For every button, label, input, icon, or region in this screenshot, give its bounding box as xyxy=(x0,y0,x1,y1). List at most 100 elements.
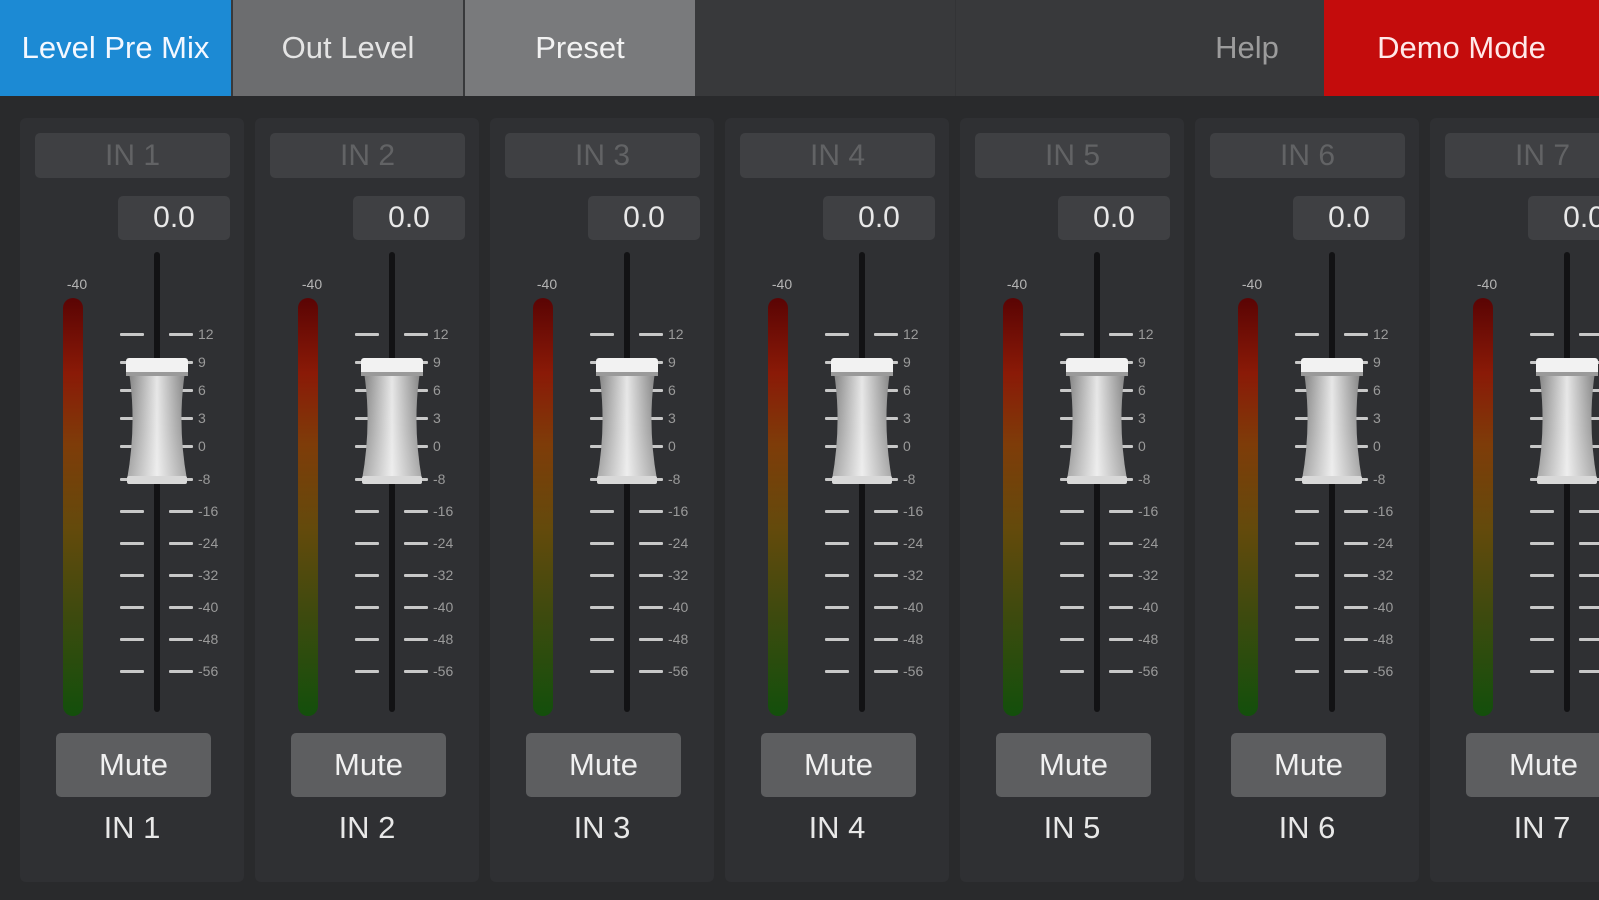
channel-name-button[interactable]: IN 6 xyxy=(1210,133,1405,178)
fader-tick xyxy=(1530,574,1554,577)
fader-tick xyxy=(404,606,428,609)
channel-name-button[interactable]: IN 3 xyxy=(505,133,700,178)
meter-top-label: -40 xyxy=(771,276,793,292)
fader-tick-label: -8 xyxy=(1138,471,1151,487)
mute-button[interactable]: Mute xyxy=(56,733,211,797)
fader-tick-label: 3 xyxy=(668,410,676,426)
mute-button[interactable]: Mute xyxy=(526,733,681,797)
fader-tick xyxy=(1109,574,1133,577)
help-button[interactable]: Help xyxy=(1162,0,1332,96)
fader-tick xyxy=(639,333,663,336)
fader-tick xyxy=(1344,333,1368,336)
fader-tick-label: 6 xyxy=(903,382,911,398)
channel-level-value[interactable]: 0.0 xyxy=(1293,196,1405,240)
fader-tick xyxy=(1295,670,1319,673)
fader-handle-icon[interactable] xyxy=(1063,358,1131,490)
fader-tick-label: -8 xyxy=(903,471,916,487)
fader-tick-label: 12 xyxy=(668,326,684,342)
fader-handle-icon[interactable] xyxy=(123,358,191,490)
channel-label: IN 6 xyxy=(1278,810,1336,845)
channel-strip: IN 3 0.0 -40 12 9 6 3 0 -8 -16 -24 -32 -40 -48 -56 Mut… xyxy=(490,118,714,882)
fader-tick xyxy=(639,606,663,609)
fader-tick-label: -40 xyxy=(433,599,454,615)
fader-tick-label: 3 xyxy=(198,410,206,426)
fader-tick xyxy=(1530,606,1554,609)
fader-tick xyxy=(874,638,898,641)
meter-top-label: -40 xyxy=(1241,276,1263,292)
channel-label: IN 1 xyxy=(103,810,161,845)
fader-tick xyxy=(1579,638,1599,641)
channel-level-value[interactable]: 0.0 xyxy=(118,196,230,240)
mute-button[interactable]: Mute xyxy=(996,733,1151,797)
channel-level-value[interactable]: 0.0 xyxy=(1058,196,1170,240)
channel-level-value[interactable]: 0.0 xyxy=(1528,196,1599,240)
fader-tick-label: -16 xyxy=(668,503,689,519)
channel-name-button[interactable]: IN 7 xyxy=(1445,133,1599,178)
fader-tick xyxy=(1295,333,1319,336)
mixer-channels: IN 1 0.0 -40 12 9 6 3 0 -8 -16 -24 -32 -40 -48 -56 Mut… xyxy=(0,96,1599,900)
fader-tick xyxy=(590,333,614,336)
fader-tick xyxy=(1344,670,1368,673)
channel-name-button[interactable]: IN 4 xyxy=(740,133,935,178)
fader-tick-label: 12 xyxy=(198,326,214,342)
level-meter xyxy=(1003,298,1023,716)
fader-handle-icon[interactable] xyxy=(1298,358,1366,490)
meter-top-label: -40 xyxy=(1476,276,1498,292)
channel-name-button[interactable]: IN 2 xyxy=(270,133,465,178)
mute-button[interactable]: Mute xyxy=(761,733,916,797)
fader-tick xyxy=(355,638,379,641)
fader-tick xyxy=(120,606,144,609)
fader-tick-label: 9 xyxy=(1373,354,1381,370)
fader-tick xyxy=(590,542,614,545)
fader-tick xyxy=(1060,333,1084,336)
tab-out-level[interactable]: Out Level xyxy=(233,0,463,96)
fader-handle-icon[interactable] xyxy=(358,358,426,490)
fader-tick-label: 0 xyxy=(1138,438,1146,454)
fader-tick-label: -32 xyxy=(198,567,219,583)
fader-tick-label: -16 xyxy=(903,503,924,519)
fader-tick-label: -8 xyxy=(1373,471,1386,487)
fader-tick-label: -40 xyxy=(903,599,924,615)
fader-tick xyxy=(590,510,614,513)
fader-tick-label: -32 xyxy=(668,567,689,583)
fader-tick-label: -56 xyxy=(903,663,924,679)
fader-tick-label: -16 xyxy=(433,503,454,519)
fader-tick-label: -56 xyxy=(1138,663,1159,679)
fader-tick-label: -24 xyxy=(1138,535,1159,551)
fader-tick-label: 9 xyxy=(1138,354,1146,370)
channel-level-value[interactable]: 0.0 xyxy=(823,196,935,240)
fader-tick-label: -8 xyxy=(198,471,211,487)
fader-tick xyxy=(639,670,663,673)
fader-tick-label: -48 xyxy=(1138,631,1159,647)
mute-button[interactable]: Mute xyxy=(1231,733,1386,797)
fader-tick-label: 3 xyxy=(433,410,441,426)
demo-mode-button[interactable]: Demo Mode xyxy=(1324,0,1599,96)
channel-level-value[interactable]: 0.0 xyxy=(588,196,700,240)
fader-handle-icon[interactable] xyxy=(593,358,661,490)
fader-handle-icon[interactable] xyxy=(1533,358,1599,490)
tab-level-pre-mix[interactable]: Level Pre Mix xyxy=(0,0,231,96)
fader-tick xyxy=(1295,574,1319,577)
fader-tick-label: -32 xyxy=(1138,567,1159,583)
fader-tick-label: 3 xyxy=(903,410,911,426)
channel-strip: IN 1 0.0 -40 12 9 6 3 0 -8 -16 -24 -32 -40 -48 -56 Mut… xyxy=(20,118,244,882)
mute-button[interactable]: Mute xyxy=(1466,733,1599,797)
fader-tick xyxy=(1579,606,1599,609)
channel-level-value[interactable]: 0.0 xyxy=(353,196,465,240)
fader-tick-label: 9 xyxy=(433,354,441,370)
fader-tick-label: 12 xyxy=(1138,326,1154,342)
fader-tick xyxy=(874,333,898,336)
fader-tick xyxy=(825,574,849,577)
fader-handle-icon[interactable] xyxy=(828,358,896,490)
channel-name-button[interactable]: IN 1 xyxy=(35,133,230,178)
fader-tick-label: -48 xyxy=(198,631,219,647)
fader-tick-label: 9 xyxy=(903,354,911,370)
fader-tick-label: -8 xyxy=(668,471,681,487)
tab-preset[interactable]: Preset xyxy=(465,0,695,96)
fader-tick-label: -24 xyxy=(198,535,219,551)
fader-tick xyxy=(874,574,898,577)
fader-tick-label: -48 xyxy=(903,631,924,647)
mute-button[interactable]: Mute xyxy=(291,733,446,797)
channel-name-button[interactable]: IN 5 xyxy=(975,133,1170,178)
fader-tick xyxy=(120,542,144,545)
